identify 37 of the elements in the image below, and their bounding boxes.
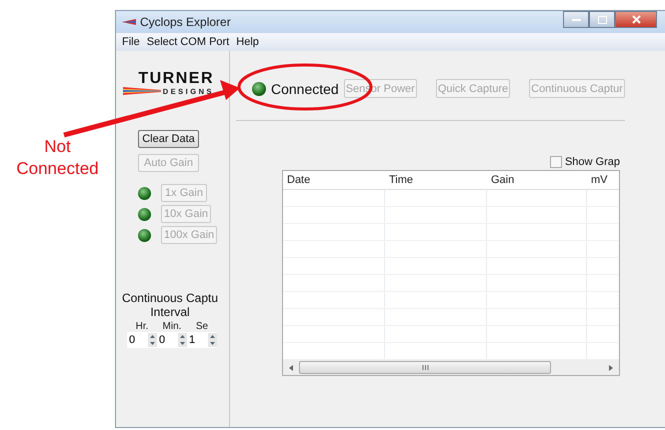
column-header[interactable]: mV xyxy=(587,174,619,186)
spinner-arrows-icon[interactable] xyxy=(178,333,187,347)
field-label: Min. xyxy=(162,321,182,332)
column-header[interactable]: Date xyxy=(283,174,385,186)
callout-text: Not Connected xyxy=(15,136,100,180)
minimize-icon xyxy=(572,18,580,21)
spin-field[interactable]: 1 xyxy=(187,332,217,348)
side-button[interactable]: Clear Data xyxy=(138,130,199,148)
menu-item[interactable]: Help xyxy=(236,36,259,48)
horizontal-scrollbar[interactable] xyxy=(283,360,619,375)
close-button[interactable] xyxy=(615,11,657,28)
field-label: Se xyxy=(196,321,208,332)
interval-title: Continuous Captu xyxy=(122,291,218,305)
window-title: Cyclops Explorer xyxy=(140,15,231,29)
column-header[interactable]: Gain xyxy=(487,174,587,186)
scroll-right-icon[interactable] xyxy=(609,364,613,370)
minimize-button[interactable] xyxy=(563,11,589,28)
field-label: Hr. xyxy=(136,321,148,332)
maximize-icon xyxy=(598,16,606,24)
column-header[interactable]: Time xyxy=(385,174,487,186)
spinner-arrows-icon[interactable] xyxy=(148,333,157,347)
scrollbar-thumb[interactable] xyxy=(299,361,551,374)
show-graph-checkbox[interactable]: Show Grap xyxy=(550,156,620,168)
grip-icon xyxy=(422,365,428,370)
spinner-arrows-icon[interactable] xyxy=(208,333,217,347)
maximize-button[interactable] xyxy=(589,11,615,28)
spin-field[interactable]: 0 xyxy=(157,332,187,348)
menu-item[interactable]: Select COM Port xyxy=(146,36,230,48)
spin-field[interactable]: 0 xyxy=(127,332,157,348)
close-icon xyxy=(632,15,640,24)
status-label: Connected xyxy=(271,80,339,96)
app-icon xyxy=(122,18,136,26)
logo-text: TURNER xyxy=(138,71,214,86)
scroll-left-icon[interactable] xyxy=(289,364,293,370)
menu-item[interactable]: File xyxy=(122,36,140,48)
logo-stripes-icon xyxy=(122,86,161,96)
interval-title: Interval xyxy=(150,305,190,319)
